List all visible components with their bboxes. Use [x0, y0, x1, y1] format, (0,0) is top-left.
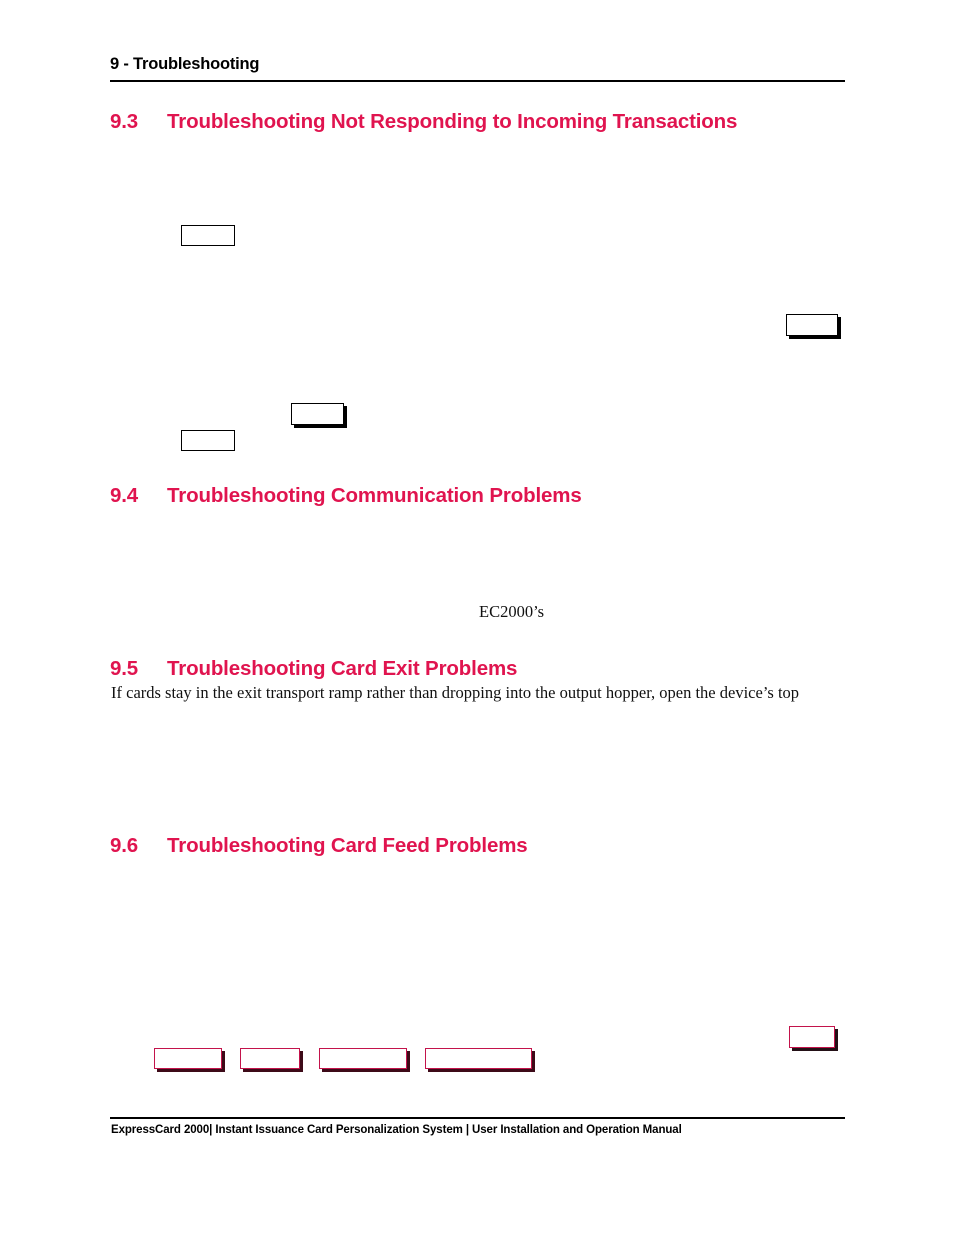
section-number-9-6: 9.6	[110, 834, 139, 857]
running-header: 9 - Troubleshooting	[110, 55, 845, 74]
section-heading-9-4: 9.4 Troubleshooting Communication Proble…	[110, 484, 582, 508]
section-title-9-6: Troubleshooting Card Feed Problems	[167, 834, 528, 857]
section-number-9-4: 9.4	[110, 484, 139, 507]
callout-box-a	[181, 225, 235, 246]
section-heading-9-5: 9.5 Troubleshooting Card Exit Problems	[110, 657, 517, 681]
callout-box-f	[154, 1048, 222, 1069]
section-heading-9-6: 9.6 Troubleshooting Card Feed Problems	[110, 834, 528, 858]
callout-box-b	[786, 314, 838, 336]
running-header-title: 9 - Troubleshooting	[110, 55, 260, 73]
section-heading-9-3: 9.3 Troubleshooting Not Responding to In…	[110, 110, 737, 134]
footer-text: ExpressCard 2000| Instant Issuance Card …	[111, 1124, 682, 1136]
callout-box-h	[319, 1048, 407, 1069]
section-title-9-3: Troubleshooting Not Responding to Incomi…	[167, 110, 738, 133]
callout-box-i	[425, 1048, 532, 1069]
document-page: 9 - Troubleshooting 9.3 Troubleshooting …	[0, 0, 954, 1235]
section-title-9-5: Troubleshooting Card Exit Problems	[167, 657, 518, 680]
callout-box-d	[181, 430, 235, 451]
section-title-9-4: Troubleshooting Communication Problems	[167, 484, 582, 507]
note-ec2000: EC2000’s	[479, 602, 545, 621]
section-number-9-3: 9.3	[110, 110, 139, 133]
section-body-9-5: If cards stay in the exit transport ramp…	[111, 683, 800, 702]
callout-box-c	[291, 403, 344, 425]
callout-box-e	[789, 1026, 835, 1048]
footer-rule	[110, 1117, 845, 1119]
header-rule	[110, 80, 845, 82]
callout-box-g	[240, 1048, 300, 1069]
section-number-9-5: 9.5	[110, 657, 139, 680]
